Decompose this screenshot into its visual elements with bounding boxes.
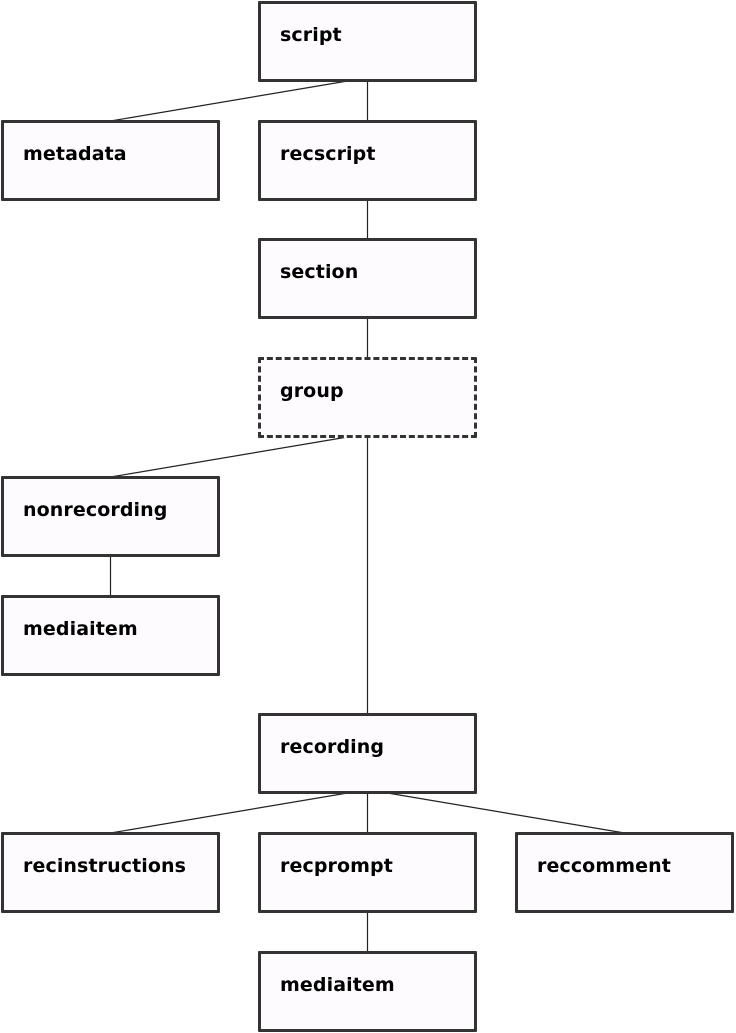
node-recording[interactable]: recording: [258, 713, 477, 794]
edge-recording-reccomment: [387, 792, 625, 834]
node-label: section: [280, 261, 359, 283]
node-label: mediaitem: [280, 974, 395, 996]
node-nonrecording[interactable]: nonrecording: [1, 476, 220, 557]
node-label: mediaitem: [23, 618, 138, 640]
node-label: nonrecording: [23, 499, 168, 521]
edge-recording-recinstructions: [110, 792, 348, 834]
node-metadata[interactable]: metadata: [1, 120, 220, 201]
node-label: recinstructions: [23, 855, 187, 877]
node-recprompt[interactable]: recprompt: [258, 832, 477, 913]
node-label: recprompt: [280, 855, 393, 877]
node-label: recscript: [280, 143, 376, 165]
node-label: group: [280, 380, 344, 402]
node-label: recording: [280, 736, 385, 758]
node-mediaitem[interactable]: mediaitem: [258, 951, 477, 1032]
edge-group-nonrecording: [110, 436, 348, 478]
node-script[interactable]: script: [258, 1, 477, 82]
node-label: metadata: [23, 143, 127, 165]
edge-script-metadata: [110, 80, 348, 122]
node-group[interactable]: group: [258, 357, 477, 438]
node-label: reccomment: [537, 855, 671, 877]
node-recscript[interactable]: recscript: [258, 120, 477, 201]
node-reccomment[interactable]: reccomment: [515, 832, 734, 913]
node-recinstructions[interactable]: recinstructions: [1, 832, 220, 913]
node-section[interactable]: section: [258, 238, 477, 319]
node-mediaitem[interactable]: mediaitem: [1, 595, 220, 676]
node-label: script: [280, 24, 342, 46]
